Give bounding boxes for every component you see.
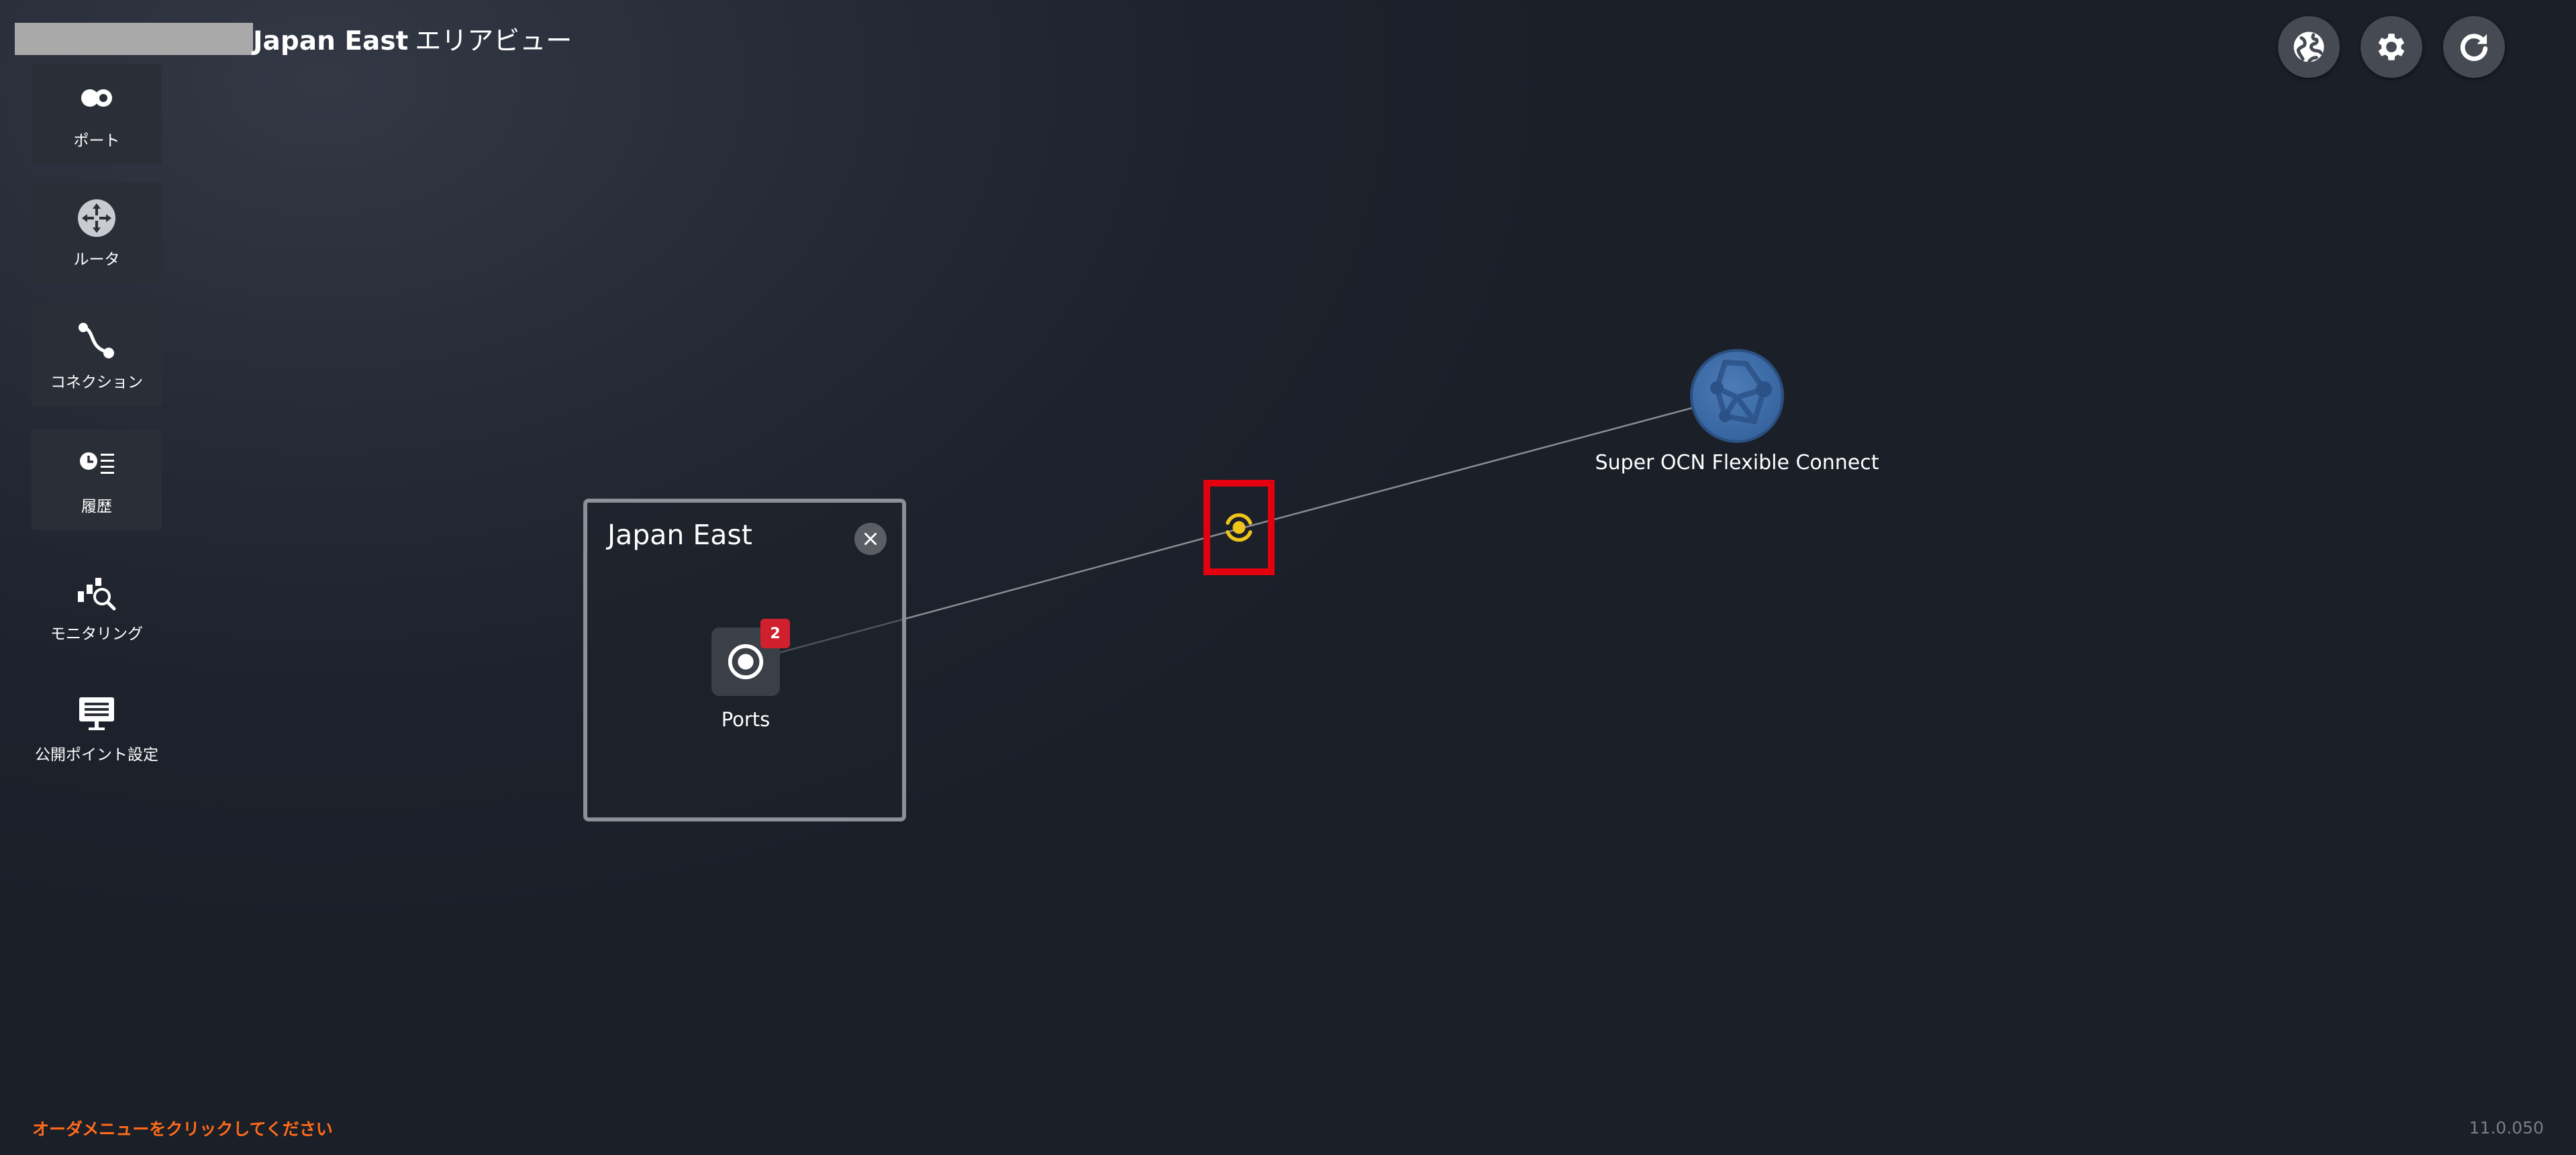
cloud-service-node[interactable] (1690, 349, 1784, 443)
status-message: オーダメニューをクリックしてください (32, 1119, 333, 1139)
cloud-service-label: Super OCN Flexible Connect (1595, 451, 1879, 474)
version-label: 11.0.050 (2469, 1118, 2544, 1138)
port-node-icon (728, 644, 764, 680)
area-title: Japan East (607, 519, 752, 551)
topology-lines (745, 395, 1738, 663)
area-close-button[interactable] (854, 523, 887, 555)
close-icon (864, 533, 877, 545)
ports-count-badge: 2 (760, 619, 790, 648)
ports-label: Ports (721, 708, 771, 731)
connection-node[interactable] (1203, 480, 1275, 575)
network-globe-icon (1710, 360, 1772, 424)
connection-status-icon (1226, 513, 1252, 542)
